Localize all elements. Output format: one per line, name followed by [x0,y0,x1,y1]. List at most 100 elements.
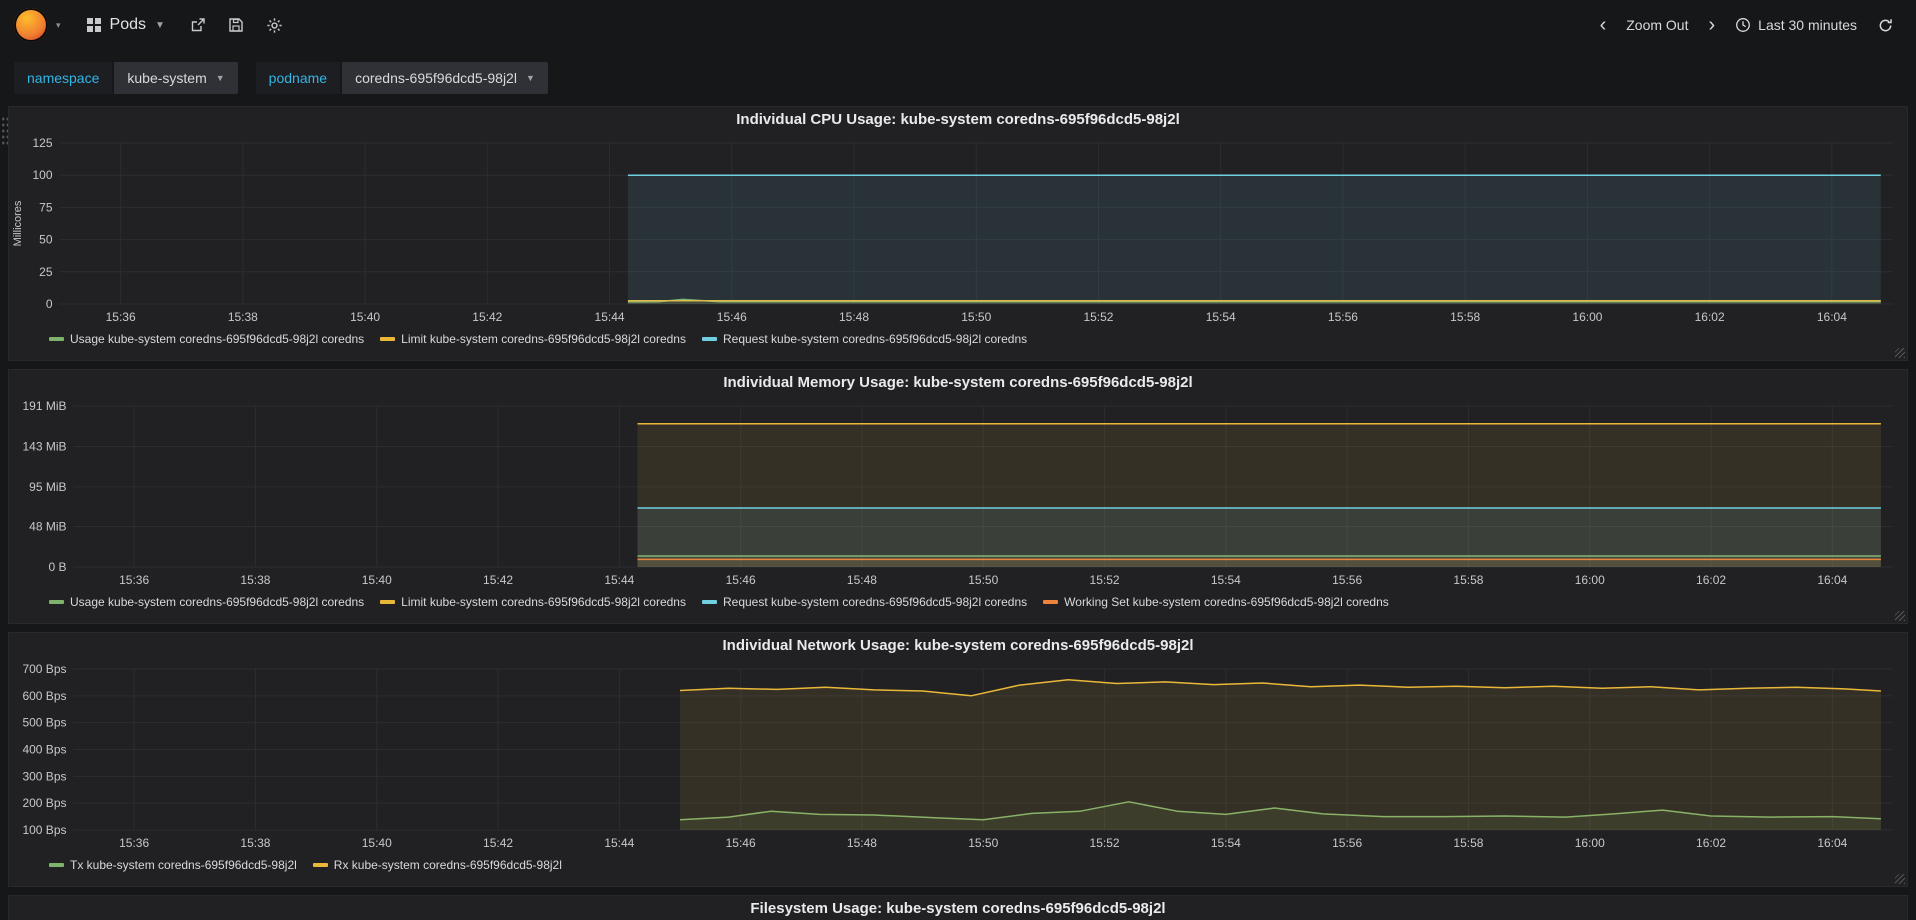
zoom-out-button[interactable]: Zoom Out [1616,9,1698,41]
svg-text:15:36: 15:36 [119,836,149,850]
svg-text:15:42: 15:42 [483,573,513,587]
svg-text:0 B: 0 B [48,560,66,574]
svg-text:16:00: 16:00 [1572,310,1602,324]
cpu-usage-legend: Usage kube-system coredns-695f96dcd5-98j… [49,332,1897,346]
legend-label: Limit kube-system coredns-695f96dcd5-98j… [401,595,686,609]
legend-swatch [49,337,64,341]
svg-text:15:50: 15:50 [968,573,998,587]
dashboards-grid-icon [86,18,101,32]
variable-namespace-dropdown[interactable]: kube-system ▼ [114,62,238,94]
network-usage-chart[interactable]: 15:36 15:38 15:40 15:42 15:44 15:46 15:48 15:50… [9,661,1907,856]
svg-text:15:42: 15:42 [472,310,502,324]
svg-text:15:44: 15:44 [604,573,634,587]
panel-title[interactable]: Individual CPU Usage: kube-system coredn… [9,107,1907,135]
svg-text:400 Bps: 400 Bps [22,743,66,757]
svg-text:Millicores: Millicores [12,200,24,246]
legend-item[interactable]: Request kube-system coredns-695f96dcd5-9… [701,332,1027,346]
svg-text:25: 25 [39,265,53,279]
cpu-usage-chart[interactable]: 15:36 15:38 15:40 15:42 15:44 15:46 15:48 15:50… [9,135,1907,330]
legend-label: Working Set kube-system coredns-695f96dc… [1064,595,1389,609]
dashboard-picker-button[interactable]: Pods ▼ [75,8,177,42]
svg-text:15:44: 15:44 [604,836,634,850]
grafana-logo[interactable] [14,8,48,42]
legend-swatch [701,337,717,341]
panel-resize-handle[interactable] [1895,874,1905,884]
svg-text:16:00: 16:00 [1575,573,1605,587]
svg-text:15:48: 15:48 [839,310,869,324]
panel-title[interactable]: Filesystem Usage: kube-system coredns-69… [9,896,1907,920]
chevron-down-icon: ▼ [525,73,535,83]
variable-podname-value: coredns-695f96dcd5-98j2l [355,70,517,86]
svg-text:15:52: 15:52 [1083,310,1113,324]
svg-text:15:46: 15:46 [726,573,756,587]
svg-text:15:48: 15:48 [847,573,877,587]
panel-resize-handle[interactable] [1895,348,1905,358]
svg-text:15:54: 15:54 [1211,573,1241,587]
refresh-icon [1879,18,1892,31]
variable-namespace-value: kube-system [127,70,207,86]
svg-text:15:38: 15:38 [240,836,270,850]
zoom-out-left-chevron[interactable]: ‹ [1592,14,1615,36]
svg-text:15:40: 15:40 [362,573,392,587]
panel-title[interactable]: Individual Memory Usage: kube-system cor… [9,370,1907,398]
gear-icon [267,17,282,33]
save-button[interactable] [219,9,253,41]
legend-item[interactable]: Rx kube-system coredns-695f96dcd5-98j2l [312,858,562,872]
svg-text:500 Bps: 500 Bps [22,716,66,730]
svg-text:15:46: 15:46 [717,310,747,324]
top-navbar: ▾ Pods ▼ ‹ Zoom Out › Last 30 minutes [0,0,1916,50]
legend-item[interactable]: Tx kube-system coredns-695f96dcd5-98j2l [49,858,297,872]
svg-text:16:00: 16:00 [1575,836,1605,850]
variable-podname: podname coredns-695f96dcd5-98j2l ▼ [255,62,548,94]
dashboard-title: Pods [109,16,146,33]
svg-text:125: 125 [32,136,52,150]
panel-network-usage: Individual Network Usage: kube-system co… [8,632,1908,887]
logo-caret-icon[interactable]: ▾ [56,20,61,31]
svg-text:15:54: 15:54 [1206,310,1236,324]
legend-item[interactable]: Usage kube-system coredns-695f96dcd5-98j… [49,332,364,346]
legend-item[interactable]: Request kube-system coredns-695f96dcd5-9… [701,595,1027,609]
svg-text:15:38: 15:38 [228,310,258,324]
variable-namespace-label: namespace [14,62,113,94]
svg-text:15:58: 15:58 [1453,836,1483,850]
svg-text:15:40: 15:40 [350,310,380,324]
panel-resize-handle[interactable] [1895,611,1905,621]
legend-swatch [312,863,328,867]
svg-text:16:04: 16:04 [1817,310,1847,324]
svg-text:15:42: 15:42 [483,836,513,850]
svg-text:15:38: 15:38 [240,573,270,587]
legend-label: Tx kube-system coredns-695f96dcd5-98j2l [70,858,297,872]
legend-swatch [701,600,717,604]
template-variables-row: namespace kube-system ▼ podname coredns-… [0,50,1916,106]
variable-podname-label: podname [255,62,341,94]
svg-text:15:36: 15:36 [119,573,149,587]
legend-swatch [49,863,64,867]
memory-usage-chart[interactable]: 15:36 15:38 15:40 15:42 15:44 15:46 15:48 15:50… [9,398,1907,593]
settings-button[interactable] [257,9,292,42]
svg-text:15:36: 15:36 [106,310,136,324]
svg-text:100: 100 [32,168,52,182]
svg-text:15:56: 15:56 [1332,573,1362,587]
svg-text:95 MiB: 95 MiB [29,480,66,494]
panel-title[interactable]: Individual Network Usage: kube-system co… [9,633,1907,661]
svg-text:15:46: 15:46 [726,836,756,850]
legend-item[interactable]: Limit kube-system coredns-695f96dcd5-98j… [380,332,686,346]
legend-label: Rx kube-system coredns-695f96dcd5-98j2l [333,858,562,872]
svg-text:15:54: 15:54 [1211,836,1241,850]
legend-item[interactable]: Limit kube-system coredns-695f96dcd5-98j… [380,595,686,609]
legend-item[interactable]: Working Set kube-system coredns-695f96dc… [1043,595,1389,609]
clock-icon [1736,18,1751,32]
zoom-out-right-chevron[interactable]: › [1700,14,1723,36]
zoom-out-label: Zoom Out [1626,17,1689,33]
dashboard-body: Individual CPU Usage: kube-system coredn… [0,106,1916,920]
svg-text:50: 50 [39,233,53,247]
svg-text:15:58: 15:58 [1453,573,1483,587]
memory-usage-legend: Usage kube-system coredns-695f96dcd5-98j… [49,595,1897,609]
svg-text:191 MiB: 191 MiB [22,399,66,413]
legend-item[interactable]: Usage kube-system coredns-695f96dcd5-98j… [49,595,364,609]
time-range-button[interactable]: Last 30 minutes [1725,9,1867,41]
variable-podname-dropdown[interactable]: coredns-695f96dcd5-98j2l ▼ [342,62,548,94]
refresh-button[interactable] [1869,10,1902,41]
legend-swatch [380,600,396,604]
share-button[interactable] [181,9,215,41]
